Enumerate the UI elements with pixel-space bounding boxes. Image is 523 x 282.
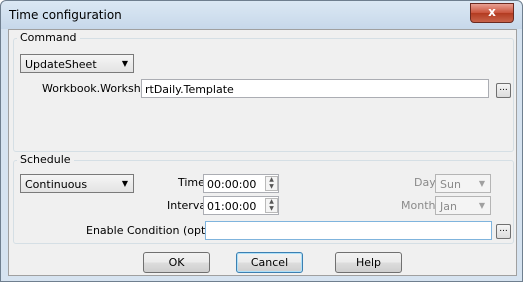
cancel-button[interactable]: Cancel (236, 252, 303, 273)
dialog-client-area: Command UpdateSheet ▼ Workbook.Worksheet… (8, 29, 517, 276)
month-dropdown[interactable]: Jan ▼ (435, 196, 491, 215)
chevron-down-icon: ▼ (478, 179, 485, 188)
chevron-down-icon: ▼ (121, 179, 128, 188)
title-bar[interactable]: Time configuration x (1, 1, 522, 29)
schedule-group-label: Schedule (17, 153, 74, 166)
command-type-dropdown[interactable]: UpdateSheet ▼ (20, 54, 134, 73)
spin-down-icon[interactable]: ▼ (266, 184, 277, 190)
day-label: Day (414, 176, 436, 189)
condition-browse-button[interactable]: ... (496, 224, 511, 239)
schedule-mode-value: Continuous (25, 178, 88, 191)
interval-spinner[interactable]: ▲ ▼ (265, 198, 278, 213)
day-dropdown[interactable]: Sun ▼ (435, 174, 491, 193)
dialog-window: Time configuration x Command UpdateSheet… (0, 0, 523, 282)
time-label: Time (178, 176, 205, 189)
workbook-worksheet-value: rtDaily.Template (145, 83, 234, 96)
chevron-down-icon: ▼ (478, 201, 485, 210)
day-value: Sun (440, 178, 461, 191)
time-value: 00:00:00 (207, 178, 257, 191)
spin-down-icon[interactable]: ▼ (266, 206, 277, 212)
enable-condition-input[interactable] (205, 221, 492, 240)
time-spinner[interactable]: ▲ ▼ (265, 176, 278, 191)
close-icon: x (488, 5, 496, 19)
ok-button[interactable]: OK (143, 252, 210, 273)
help-button[interactable]: Help (335, 252, 402, 273)
month-label: Month (401, 199, 436, 212)
chevron-down-icon: ▼ (121, 59, 128, 68)
window-title: Time configuration (9, 8, 122, 22)
close-button[interactable]: x (470, 3, 514, 23)
interval-value: 01:00:00 (207, 200, 257, 213)
workbook-worksheet-input[interactable]: rtDaily.Template (141, 79, 489, 98)
workbook-browse-button[interactable]: ... (496, 83, 511, 98)
schedule-mode-dropdown[interactable]: Continuous ▼ (20, 174, 134, 193)
month-value: Jan (440, 200, 457, 213)
command-type-value: UpdateSheet (25, 58, 97, 71)
command-group-label: Command (17, 31, 80, 44)
